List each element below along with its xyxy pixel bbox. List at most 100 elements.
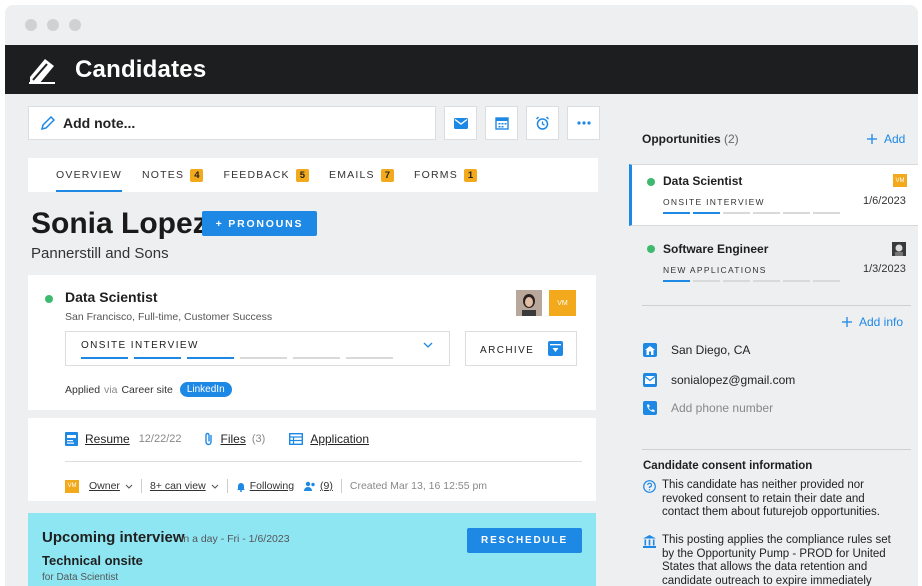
access-row: VM Owner 8+ can view Following (9) Creat… [65,479,487,493]
app-header: Candidates [5,45,918,94]
home-icon [643,343,657,357]
app-logo-icon [29,58,55,84]
divider [340,479,342,493]
tab-forms[interactable]: FORMS 1 [414,158,478,192]
active-status-dot [45,295,53,303]
avatar[interactable] [516,290,542,316]
source-tag[interactable]: LinkedIn [179,382,232,397]
location-row: San Diego, CA [643,343,750,357]
progress-segment [663,280,690,282]
count-badge: 4 [190,168,204,182]
count-badge: 1 [463,168,478,182]
compliance-info-row: This posting applies the compliance rule… [643,534,903,586]
tab-label: FEEDBACK [223,169,290,181]
progress-segment [346,357,393,359]
following-toggle[interactable]: Following [250,480,294,492]
window-minimize-dot[interactable] [47,19,59,31]
opportunity-title: Software Engineer [663,242,769,256]
window-zoom-dot[interactable] [69,19,81,31]
envelope-icon [643,373,657,387]
consent-text: This candidate has neither provided nor … [662,479,881,518]
progress-segment [723,212,750,214]
application-subtitle: San Francisco, Full-time, Customer Succe… [65,311,273,323]
page-title: Candidates [75,55,207,83]
more-dots-icon [576,121,591,125]
archive-button[interactable]: ARCHIVE [465,331,577,366]
interview-type: Technical onsite [42,553,143,568]
add-info-button[interactable]: Add info [842,315,903,329]
tab-emails[interactable]: EMAILS 7 [329,158,394,192]
email-row: sonialopez@gmail.com [643,373,795,387]
question-circle-icon [643,480,656,493]
reschedule-button[interactable]: RESCHEDULE [467,528,582,553]
email-text[interactable]: sonialopez@gmail.com [671,373,795,387]
files-link[interactable]: Files [221,432,246,446]
add-note-input[interactable]: Add note... [28,106,436,140]
visibility-dropdown[interactable]: 8+ can view [150,480,206,492]
opportunity-item[interactable]: Data Scientist VM ONSITE INTERVIEW 1/6/2… [629,164,918,226]
opportunities-heading: Opportunities (2) [642,132,739,146]
tab-notes[interactable]: NOTES 4 [142,158,204,192]
tab-label: OVERVIEW [56,169,123,181]
chevron-down-icon[interactable] [125,484,133,489]
divider [642,449,911,450]
divider [226,479,228,493]
email-button[interactable] [444,106,477,140]
tab-feedback[interactable]: FEEDBACK 5 [223,158,309,192]
progress-segment [693,280,720,282]
window-close-dot[interactable] [25,19,37,31]
tab-label: EMAILS [328,169,375,181]
add-info-label: Add info [859,315,904,329]
alarm-clock-icon [535,115,550,130]
schedule-button[interactable] [485,106,518,140]
add-opportunity-button[interactable]: Add [867,132,905,146]
progress-segment [693,212,720,214]
resume-link[interactable]: Resume [85,432,130,446]
progress-segment [813,280,840,282]
tab-overview[interactable]: OVERVIEW [56,158,123,192]
phone-icon [643,401,657,415]
opportunity-date: 1/6/2023 [863,195,906,207]
bell-icon [236,482,245,492]
documents-card: Resume 12/22/22 Files (3) Application VM… [28,418,596,501]
add-pronouns-button[interactable]: + PRONOUNS [202,211,317,236]
application-link[interactable]: Application [310,432,369,446]
followers-count[interactable]: (9) [320,480,333,492]
phone-row[interactable]: Add phone number [643,401,773,415]
more-options-button[interactable] [567,106,600,140]
archive-box-icon [548,341,563,356]
via-label: via [104,383,118,396]
created-timestamp: Created Mar 13, 16 12:55 pm [349,480,488,492]
progress-segment [134,357,181,359]
opportunity-stage: NEW APPLICATIONS [663,265,767,275]
plus-icon [842,317,852,327]
main-panel: Add note... OVERVIEW NOTES 4 FEEDBACK 5 EM… [5,94,611,586]
resume-date: 12/22/22 [138,433,182,445]
person-photo-icon [892,242,906,256]
add-label: Add [884,132,906,146]
stage-dropdown[interactable]: ONSITE INTERVIEW [65,331,450,366]
paperclip-icon [204,432,212,446]
app-window: Candidates Add note... OVERVIEW NOTES 4 [5,5,918,586]
bank-building-icon [643,535,656,548]
reminder-button[interactable] [526,106,559,140]
stage-progress [81,357,393,359]
owner-avatar[interactable]: VM [549,290,576,316]
progress-segment [663,212,690,214]
phone-placeholder: Add phone number [671,401,774,415]
consent-heading: Candidate consent information [643,460,813,472]
application-title[interactable]: Data Scientist [65,289,158,305]
interview-for: for Data Scientist [42,572,119,583]
chevron-down-icon[interactable] [211,484,219,489]
opportunity-stage: ONSITE INTERVIEW [663,197,765,207]
owner-dropdown[interactable]: Owner [89,480,120,492]
opportunity-title: Data Scientist [663,174,743,188]
divider [140,479,142,493]
tab-label: FORMS [414,169,458,181]
progress-segment [783,280,810,282]
progress-segment [753,280,780,282]
progress-segment [783,212,810,214]
opportunity-date: 1/3/2023 [863,263,906,275]
application-source: Applied via Career site LinkedIn [65,382,232,397]
chevron-down-icon [423,342,433,348]
